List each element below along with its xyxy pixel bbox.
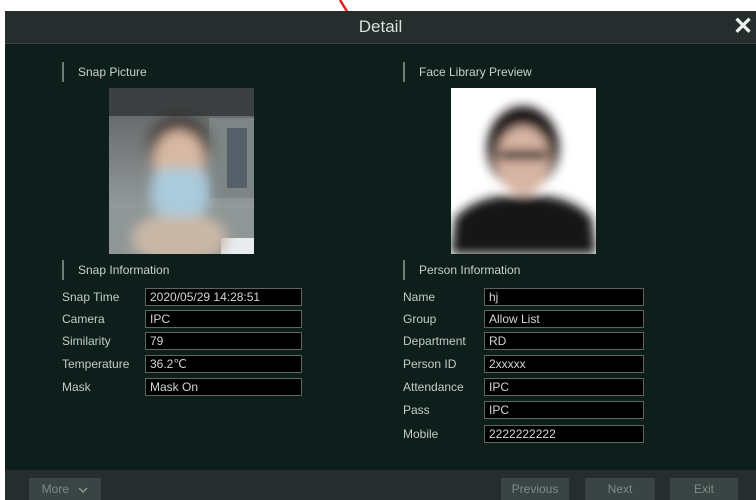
next-button[interactable]: Next [585,478,655,500]
person-information-heading: Person Information [403,260,520,280]
person-id-field: 2xxxxx [484,355,644,373]
exit-button[interactable]: Exit [670,478,738,500]
mobile-field: 2222222222 [484,425,644,443]
department-field: RD [484,332,644,350]
similarity-label: Similarity [62,334,111,348]
mask-label: Mask [62,380,91,394]
camera-label: Camera [62,312,105,326]
name-field: hj [484,288,644,306]
attendance-field: IPC [484,378,644,396]
attendance-label: Attendance [403,380,464,394]
face-library-image [451,88,596,254]
dialog-title: Detail [358,17,403,36]
pass-field: IPC [484,401,644,419]
temperature-label: Temperature [62,357,130,371]
more-label: More [41,482,69,496]
chevron-down-icon [78,487,88,493]
more-button[interactable]: More [29,478,101,500]
camera-field: IPC [145,310,302,328]
snap-picture-image [109,88,254,254]
snap-picture-heading: Snap Picture [62,62,147,82]
mask-field: Mask On [145,378,302,396]
similarity-field: 79 [145,332,302,350]
previous-button[interactable]: Previous [501,478,569,500]
close-icon[interactable]: ✕ [732,15,754,39]
title-bar: Detail ✕ [5,11,756,44]
snap-time-label: Snap Time [62,290,120,304]
group-label: Group [403,312,437,326]
mobile-label: Mobile [403,427,439,441]
department-label: Department [403,334,466,348]
name-label: Name [403,290,436,304]
pass-label: Pass [403,403,430,417]
bottom-bar: More Previous Next Exit [5,470,756,500]
group-field: Allow List [484,310,644,328]
person-id-label: Person ID [403,357,457,371]
detail-dialog: Detail ✕ Snap Picture Face Library Previ… [5,11,756,500]
temperature-field: 36.2℃ [145,355,302,373]
snap-information-heading: Snap Information [62,260,169,280]
snap-time-field: 2020/05/29 14:28:51 [145,288,302,306]
face-library-heading: Face Library Preview [403,62,532,82]
